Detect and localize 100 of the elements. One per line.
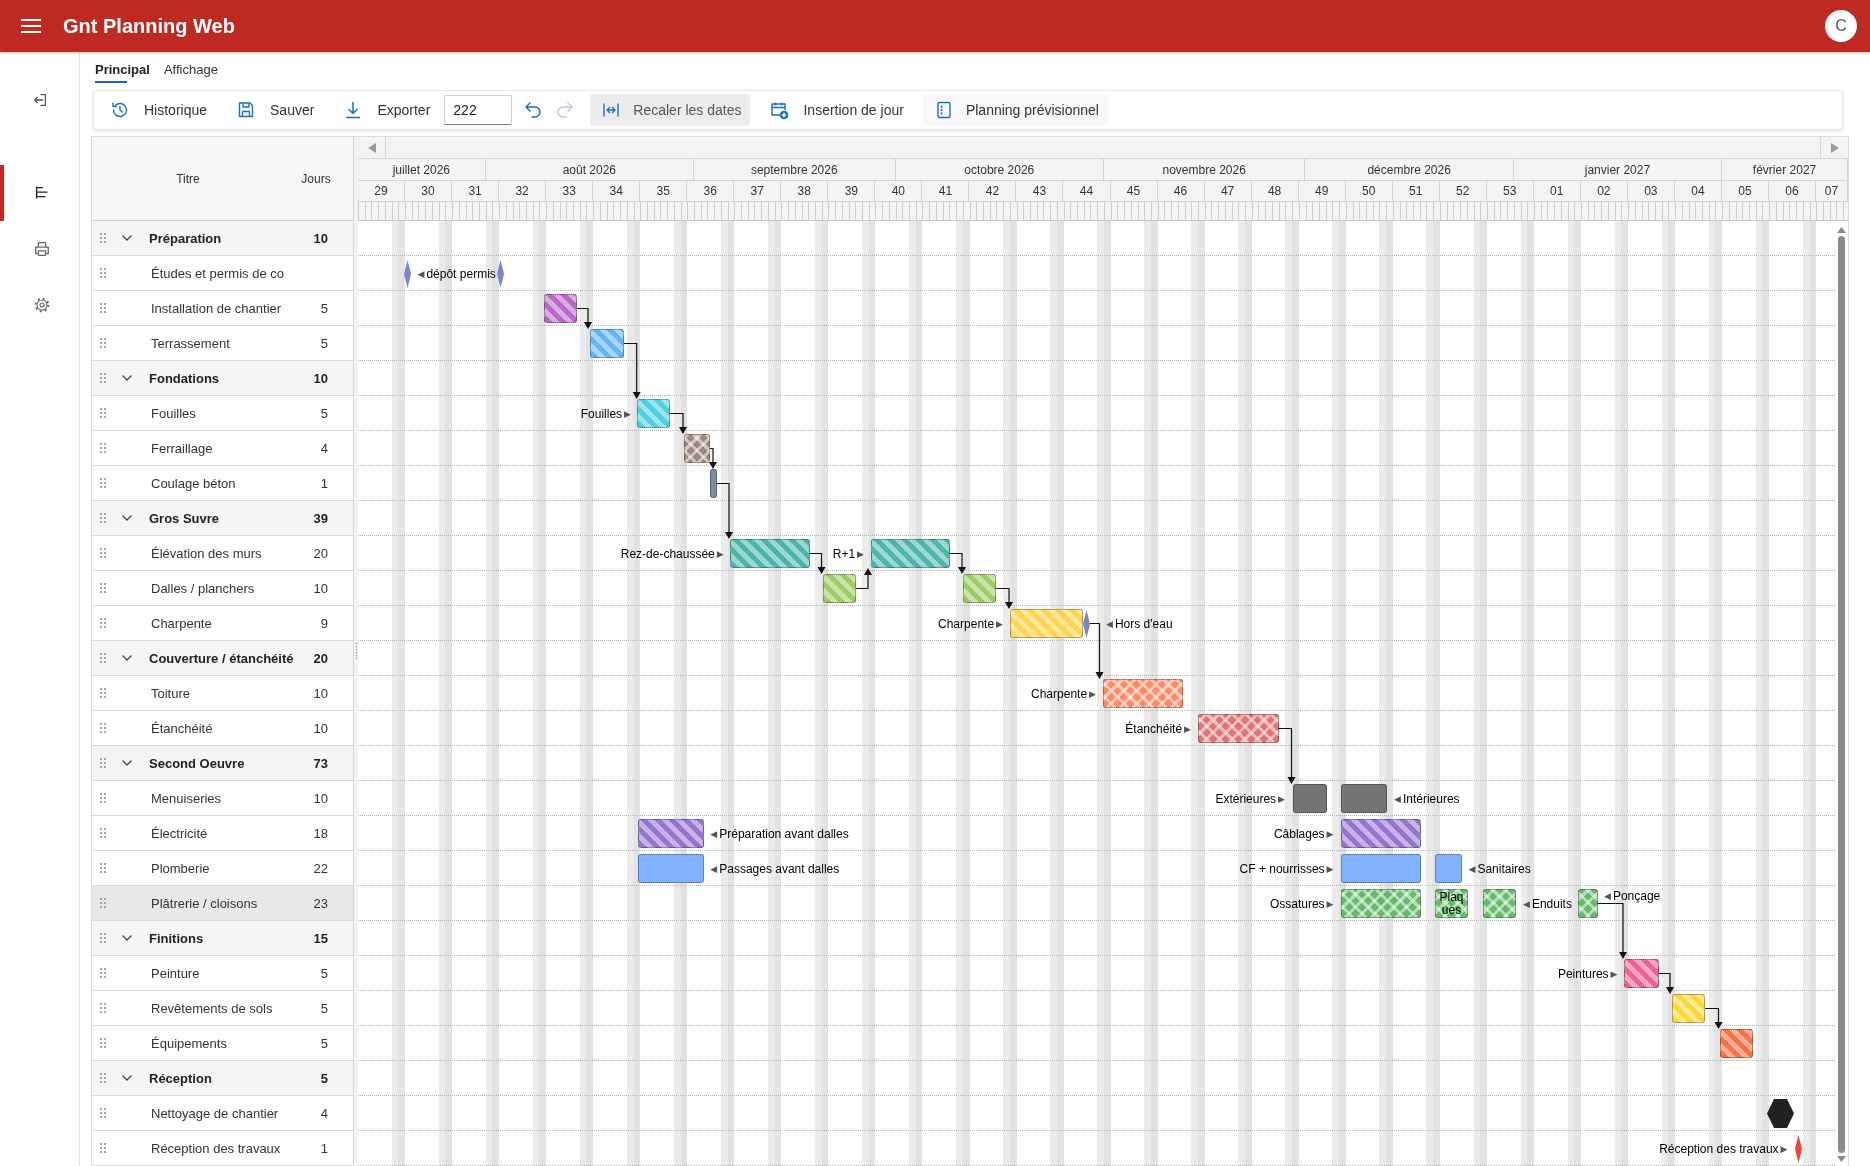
scroll-up-icon[interactable] [1837, 227, 1846, 233]
month-cell: octobre 2026 [895, 159, 1104, 181]
drag-handle-icon[interactable] [99, 582, 107, 594]
drag-handle-icon[interactable] [99, 407, 107, 419]
bar-label: Peintures [1557, 966, 1609, 981]
task-bar[interactable] [823, 574, 857, 603]
drag-handle-icon[interactable] [99, 477, 107, 489]
task-bar[interactable] [1340, 819, 1421, 848]
drag-handle-icon[interactable] [99, 617, 107, 629]
task-bar[interactable] [1292, 784, 1327, 813]
task-bar[interactable] [1624, 959, 1659, 988]
drag-handle-icon[interactable] [99, 302, 107, 314]
drag-handle-icon[interactable] [99, 442, 107, 454]
table-row[interactable]: Gros Suvre 39 [92, 501, 353, 536]
drag-handle-icon[interactable] [99, 652, 107, 664]
export-button[interactable]: Exporter [333, 94, 441, 126]
bar-label: Charpente [1031, 686, 1088, 701]
insert-day-button[interactable]: Insertion de jour [759, 94, 914, 126]
history-button[interactable]: Historique [100, 94, 218, 126]
triangle-icon: ▶ [1326, 828, 1334, 839]
chevron-down-icon[interactable] [121, 934, 133, 942]
drag-handle-icon[interactable] [99, 722, 107, 734]
settings-icon [32, 296, 51, 314]
table-row[interactable]: Réception 5 [92, 1061, 353, 1096]
drag-handle-icon[interactable] [99, 372, 107, 384]
task-bar[interactable] [637, 399, 670, 428]
drag-handle-icon[interactable] [99, 1107, 107, 1119]
bar-label: Ossatures [1269, 896, 1325, 911]
user-avatar[interactable]: C [1825, 10, 1857, 42]
hexagon-icon[interactable] [1766, 1099, 1794, 1128]
task-bar[interactable] [590, 329, 624, 358]
table-row[interactable]: Couverture / étanchéité 20 [92, 641, 353, 676]
triangle-icon: ▶ [996, 618, 1003, 629]
task-bar[interactable] [1340, 889, 1421, 918]
drag-handle-icon[interactable] [99, 757, 107, 769]
task-bar[interactable] [1720, 1029, 1753, 1058]
number-field[interactable]: 222 [444, 95, 513, 125]
tab[interactable]: Affichage [163, 57, 218, 83]
grip-dots-icon[interactable] [354, 642, 358, 659]
drag-handle-icon[interactable] [99, 232, 107, 244]
drag-handle-icon[interactable] [99, 1142, 107, 1154]
diamond-milestone-icon[interactable] [1795, 1134, 1802, 1163]
menu-icon[interactable] [21, 19, 41, 33]
drag-handle-icon[interactable] [99, 687, 107, 699]
task-bar[interactable] [963, 574, 996, 603]
drag-handle-icon[interactable] [99, 827, 107, 839]
drag-handle-icon[interactable] [99, 1037, 107, 1049]
drag-handle-icon[interactable] [99, 267, 107, 279]
realign-dates-button[interactable]: Recaler les dates [590, 94, 751, 126]
chevron-down-icon[interactable] [121, 374, 133, 382]
bar-label: Réception des travaux [1659, 1141, 1779, 1156]
save-button[interactable]: Sauver [226, 94, 325, 126]
week-cell: 41 [922, 181, 970, 202]
bar-label: Préparation avant dalles [719, 826, 849, 841]
task-bar[interactable] [684, 434, 710, 463]
app-title: Gnt Planning Web [63, 14, 235, 38]
task-bar[interactable] [1340, 784, 1387, 813]
table-row[interactable]: Finitions 15 [92, 921, 353, 956]
drag-handle-icon[interactable] [99, 897, 107, 909]
drag-handle-icon[interactable] [99, 512, 107, 524]
task-bar[interactable] [1577, 889, 1598, 918]
task-bar[interactable] [1198, 714, 1279, 743]
task-bar[interactable] [730, 539, 810, 568]
diamond-milestone-icon[interactable] [497, 259, 504, 288]
task-bar[interactable] [870, 539, 950, 568]
table-row[interactable]: Fondations 10 [92, 361, 353, 396]
chevron-down-icon[interactable] [121, 234, 133, 242]
drag-handle-icon[interactable] [99, 862, 107, 874]
chevron-down-icon[interactable] [121, 654, 133, 662]
chevron-down-icon[interactable] [121, 514, 133, 522]
week-cell: 29 [358, 181, 406, 202]
drag-handle-icon[interactable] [99, 337, 107, 349]
drag-handle-icon[interactable] [99, 967, 107, 979]
dependency-arrow [716, 482, 733, 539]
duration-value: 10 [313, 720, 328, 736]
forecast-toggle[interactable]: Planning prévisionnel [922, 94, 1108, 126]
week-cell: 05 [1721, 181, 1769, 202]
task-bar[interactable] [1483, 889, 1516, 918]
table-row[interactable]: Préparation 10 [92, 221, 353, 256]
table-row[interactable]: Second Oeuvre 73 [92, 746, 353, 781]
drag-handle-icon[interactable] [99, 547, 107, 559]
drag-handle-icon[interactable] [99, 792, 107, 804]
week-cell: 32 [499, 181, 547, 202]
drag-handle-icon[interactable] [99, 1002, 107, 1014]
task-bar[interactable] [544, 294, 577, 323]
drag-handle-icon[interactable] [99, 1072, 107, 1084]
triangle-icon: ▶ [1278, 793, 1285, 804]
task-bar[interactable] [637, 819, 704, 848]
month-cell: février 2027 [1722, 159, 1848, 181]
chevron-down-icon[interactable] [121, 1074, 133, 1082]
chevron-down-icon[interactable] [121, 759, 133, 767]
task-bar[interactable]: Plaques [1435, 889, 1468, 918]
dependency-arrow [669, 412, 687, 434]
table-row[interactable]: Plâtrerie / cloisons 23 [92, 886, 353, 921]
dependency-arrow [1277, 727, 1296, 784]
scroll-down-icon[interactable] [1837, 1156, 1846, 1162]
diamond-milestone-icon[interactable] [403, 259, 411, 288]
task-bar[interactable] [1103, 679, 1183, 708]
scrollbar-thumb[interactable] [1838, 236, 1845, 1153]
drag-handle-icon[interactable] [99, 932, 107, 944]
